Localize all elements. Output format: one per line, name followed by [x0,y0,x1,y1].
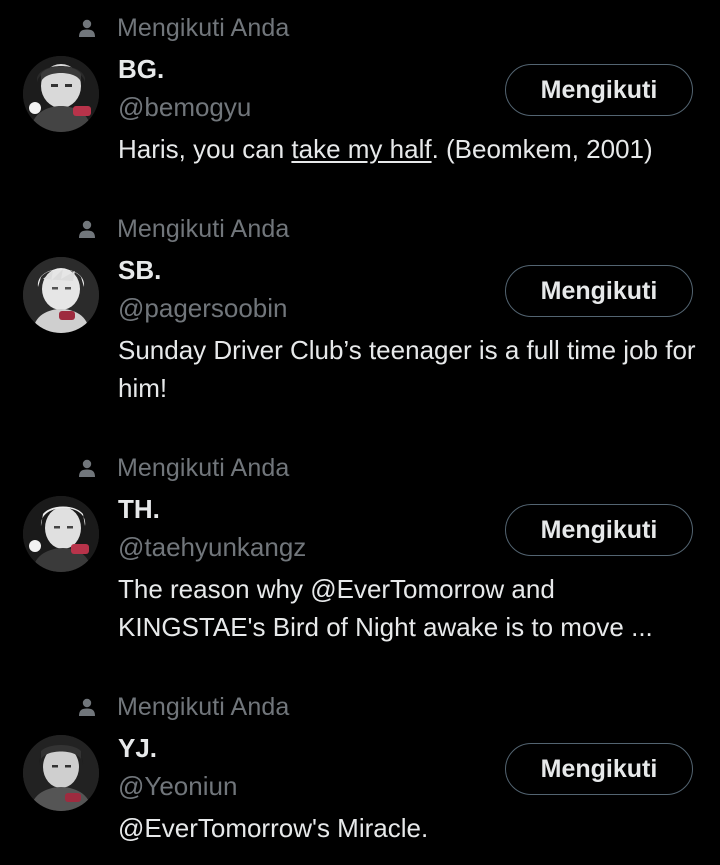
social-context-text: Mengikuti Anda [117,214,290,243]
following-button[interactable]: Mengikuti [505,265,693,317]
social-context-text: Mengikuti Anda [117,453,290,482]
social-context: Mengikuti Anda [76,12,289,44]
person-icon [76,17,98,39]
user-bio: Sunday Driver Club’s teenager is a full … [118,335,696,403]
avatar[interactable] [23,257,99,333]
social-context: Mengikuti Anda [76,452,289,484]
social-context: Mengikuti Anda [76,213,289,245]
avatar[interactable] [23,735,99,811]
person-icon [76,457,98,479]
avatar[interactable] [23,56,99,132]
display-name[interactable]: YJ. [118,731,157,765]
following-button[interactable]: Mengikuti [505,504,693,556]
bio-text: . (Beomkem, 2001) [431,134,653,164]
avatar[interactable] [23,496,99,572]
username[interactable]: @pagersoobin [118,291,288,325]
person-icon [76,218,98,240]
user-bio: The reason why @EverTomorrow and KINGSTA… [118,574,653,642]
display-name[interactable]: SB. [118,253,161,287]
person-icon [76,696,98,718]
user-list: Mengikuti Anda BG. @bemogyu Mengikuti Ha… [0,0,720,865]
following-button[interactable]: Mengikuti [505,64,693,116]
display-name[interactable]: TH. [118,492,160,526]
bio-link[interactable]: take my half [291,134,431,164]
following-button[interactable]: Mengikuti [505,743,693,795]
user-bio: Haris, you can take my half. (Beomkem, 2… [118,130,708,168]
username[interactable]: @Yeoniun [118,769,237,803]
username[interactable]: @bemogyu [118,90,251,124]
social-context: Mengikuti Anda [76,691,289,723]
social-context-text: Mengikuti Anda [117,13,290,42]
bio-text: Haris, you can [118,134,292,164]
username[interactable]: @taehyunkangz [118,530,306,564]
social-context-text: Mengikuti Anda [117,692,290,721]
user-bio: @EverTomorrow's Miracle. [118,813,429,843]
display-name[interactable]: BG. [118,52,164,86]
